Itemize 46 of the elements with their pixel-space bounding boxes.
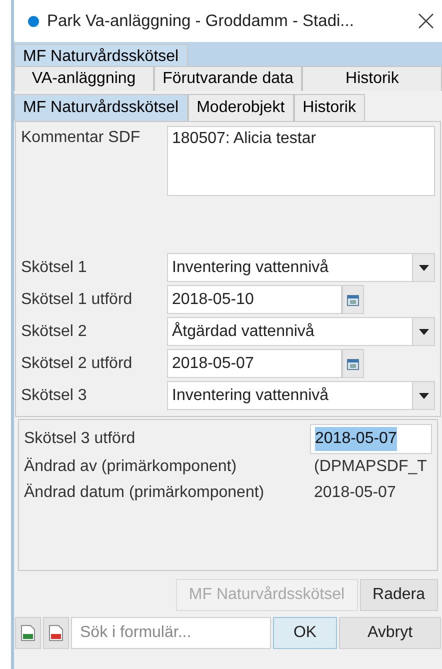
tab[interactable]: Historik [294, 94, 365, 121]
tab[interactable]: Moderobjekt [188, 94, 294, 121]
field-label: Skötsel 2 [21, 322, 88, 342]
caret-icon [418, 392, 428, 398]
field-label: Ändrad av (primärkomponent) [24, 456, 238, 477]
tab[interactable]: Förutvarande data [154, 66, 302, 91]
field-label: Skötsel 3 [21, 386, 88, 406]
field-value: (DPMAPSDF_T [313, 457, 428, 477]
tab[interactable]: MF Naturvårdsskötsel [14, 44, 188, 66]
calendar-button[interactable] [342, 285, 364, 314]
dialog-button[interactable]: OK [273, 617, 337, 649]
calendar-button[interactable] [342, 349, 364, 378]
tab[interactable]: VA-anläggning [14, 66, 154, 91]
field-label: Skötsel 1 [21, 258, 88, 278]
tab[interactable]: MF Naturvårdsskötsel [14, 94, 188, 121]
tab[interactable]: Historik [302, 66, 442, 91]
search-field[interactable]: Sök i formulär... [71, 617, 271, 649]
date-field[interactable]: 2018-05-07 [310, 424, 432, 454]
field-value: 2018-05-07 [315, 427, 397, 451]
field-label: Skötsel 1 utförd [21, 290, 134, 310]
excel-export-button[interactable] [15, 617, 41, 649]
date-field[interactable]: 2018-05-07 [167, 349, 342, 378]
field-label: Skötsel 2 utförd [21, 354, 134, 374]
action-button[interactable]: Radera [360, 579, 438, 611]
field-label: Ändrad datum (primärkomponent) [24, 482, 266, 503]
dialog-button[interactable]: Avbryt [339, 617, 441, 649]
spreadsheet-file-icon [21, 625, 35, 641]
comment-field[interactable]: 180507: Alicia testar [167, 126, 435, 196]
close-icon[interactable] [418, 13, 434, 29]
window-title: Park Va-anläggning - Groddamm - Stadi... [47, 10, 355, 32]
pdf-export-button[interactable] [43, 617, 69, 649]
dropdown[interactable]: Åtgärdad vattennivå [167, 317, 435, 346]
calendar-icon [347, 358, 359, 370]
dropdown-value: Inventering vattennivå [171, 386, 330, 406]
caret-icon [418, 264, 428, 270]
dropdown[interactable]: Inventering vattennivå [167, 381, 435, 410]
calendar-icon [347, 294, 359, 306]
field-value: 2018-05-07 [313, 483, 397, 503]
date-field[interactable]: 2018-05-10 [167, 285, 342, 314]
dropdown-value: Inventering vattennivå [171, 258, 330, 278]
caret-icon [418, 328, 428, 334]
dropdown-value: Åtgärdad vattennivå [171, 321, 316, 342]
field-label: Kommentar SDF [21, 128, 142, 148]
dropdown[interactable]: Inventering vattennivå [167, 253, 435, 282]
pdf-file-icon [49, 625, 63, 641]
field-label: Skötsel 3 utförd [24, 429, 136, 449]
